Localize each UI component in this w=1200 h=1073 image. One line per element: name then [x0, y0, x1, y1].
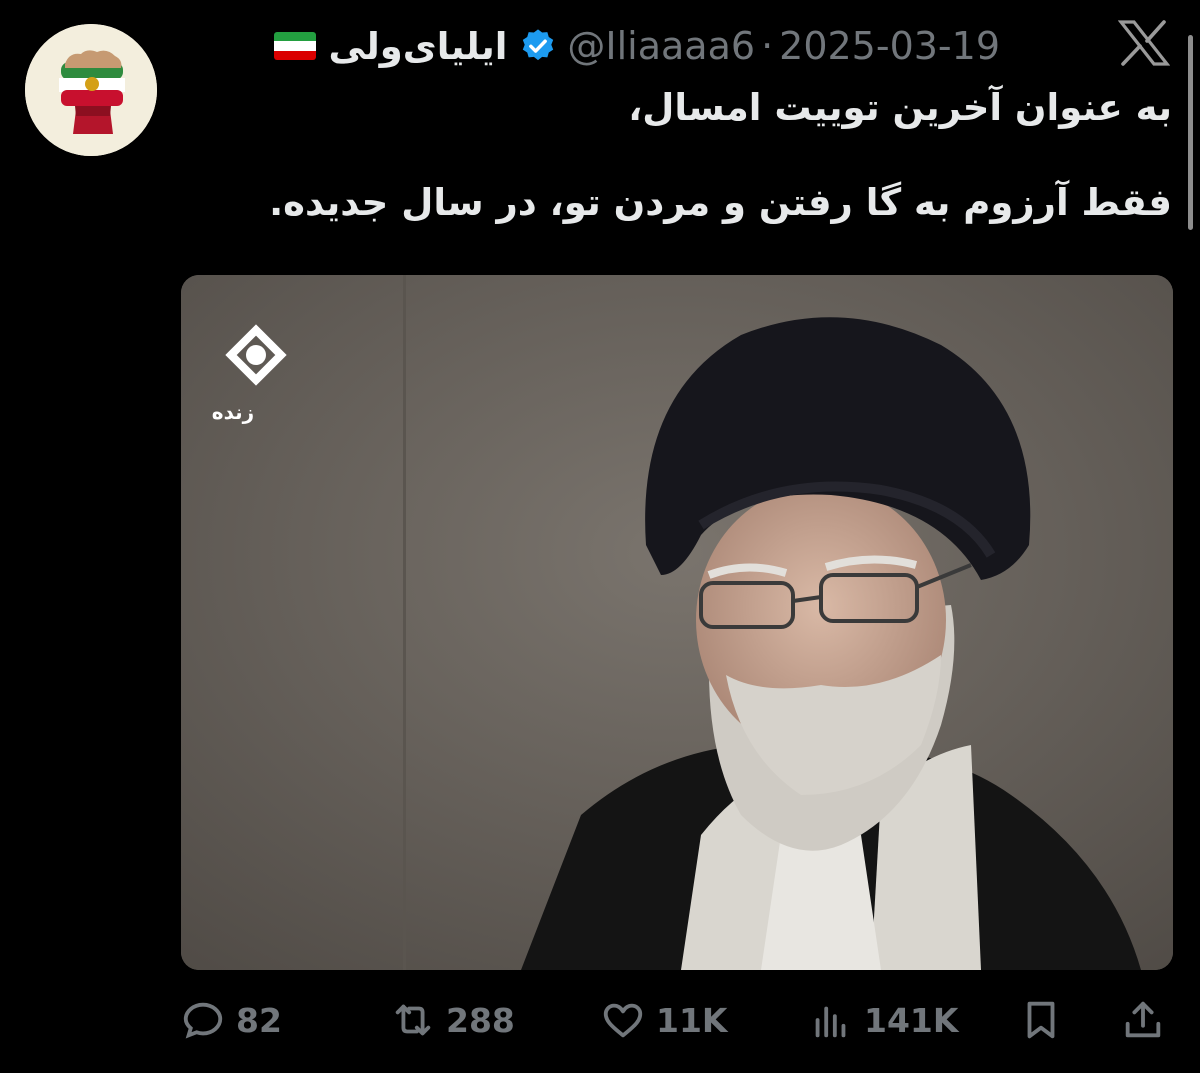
retweet-button[interactable]: 288 — [390, 995, 515, 1045]
author-display-name[interactable]: ایلیای‌ولی — [328, 25, 507, 68]
live-label: زنده — [212, 400, 254, 424]
tweet-action-bar: 82 288 11K 141K — [180, 995, 1175, 1045]
scrollbar[interactable] — [1188, 35, 1193, 230]
view-count: 141K — [864, 1000, 959, 1040]
reply-icon — [183, 1002, 223, 1039]
tweet-line-1: به عنوان آخرین توییت امسال، — [628, 86, 1172, 129]
heart-icon — [603, 1003, 643, 1038]
tweet-line-2: فقط آرزوم به گا رفتن و مردن تو، در سال ج… — [269, 181, 1172, 224]
author-avatar[interactable] — [25, 24, 157, 156]
tweet-text: به عنوان آخرین توییت امسال، فقط آرزوم به… — [200, 80, 1172, 230]
fist-flag-avatar-icon — [25, 24, 157, 156]
retweet-count: 288 — [446, 1000, 515, 1040]
tweet-header: ایلیای‌ولی @Iliaaaa6 · 2025-03-19 — [180, 18, 1000, 74]
views-bar-chart-icon — [815, 1006, 846, 1038]
iran-flag-icon — [274, 32, 317, 60]
tweet-media-image[interactable]: زنده — [181, 275, 1173, 970]
header-separator: · — [761, 24, 774, 68]
views-button[interactable]: 141K — [808, 995, 958, 1045]
share-upload-icon — [1125, 1001, 1161, 1038]
author-handle[interactable]: @Iliaaaa6 — [567, 24, 755, 68]
retweet-icon — [395, 1004, 431, 1036]
tweet-date[interactable]: 2025-03-19 — [779, 24, 1000, 68]
x-logo-icon[interactable] — [1118, 20, 1170, 66]
verified-badge-icon — [523, 29, 554, 61]
like-button[interactable]: 11K — [600, 995, 728, 1045]
reply-button[interactable]: 82 — [180, 995, 282, 1045]
bookmark-button[interactable] — [1018, 995, 1064, 1045]
media-photo: زنده — [181, 275, 1173, 970]
bookmark-icon — [1027, 1001, 1055, 1039]
like-count: 11K — [656, 1000, 728, 1040]
share-button[interactable] — [1120, 995, 1166, 1045]
reply-count: 82 — [236, 1000, 282, 1040]
